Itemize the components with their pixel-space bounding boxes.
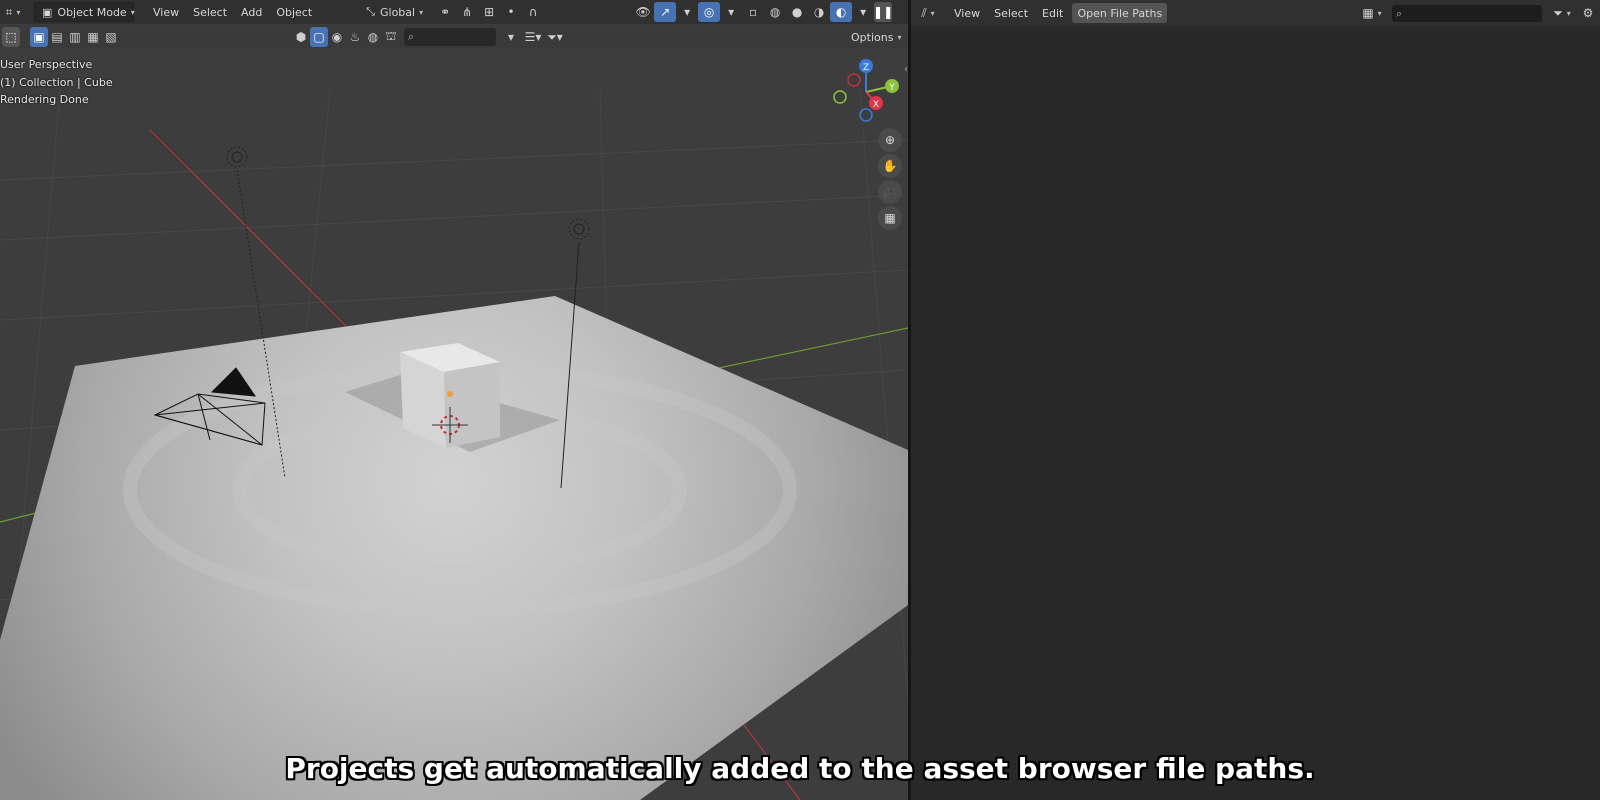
gizmo-x-label: X (873, 100, 879, 110)
pivot-icon[interactable]: ⚭ (434, 2, 456, 22)
video-caption: Projects get automatically added to the … (285, 752, 1315, 785)
object-mode-icon: ▣ (42, 5, 53, 19)
select-intersect-icon[interactable]: ▧ (102, 27, 120, 47)
xray-icon[interactable]: ▫ (742, 2, 764, 22)
shading-dropdown-icon[interactable]: ▾ (852, 2, 874, 22)
select-invert-icon[interactable]: ▦ (84, 27, 102, 47)
gizmo-z-label: Z (863, 63, 869, 73)
zoom-icon[interactable]: ⊕ (878, 128, 902, 152)
pause-icon[interactable]: ❚❚ (873, 2, 893, 22)
y-axis-line (699, 327, 908, 373)
visibility-icon[interactable]: 👁 (632, 2, 654, 22)
list-icon[interactable]: ☰▾ (522, 27, 544, 47)
wireframe-icon[interactable]: ◍ (764, 2, 786, 22)
perspective-label: User Perspective (0, 58, 93, 71)
fb-menu-select[interactable]: Select (987, 3, 1035, 23)
options-label: Options (851, 30, 894, 44)
filter-icon[interactable]: ⏷▾ (544, 27, 566, 47)
overlay-dropdown-icon[interactable]: ▾ (720, 2, 742, 22)
rendered-icon[interactable]: ◐ (830, 2, 853, 22)
editor-type-icon[interactable]: ⫽ ▾ (917, 3, 939, 23)
snap-icon[interactable]: ⋔ (456, 2, 478, 22)
search-dropdown-icon[interactable]: ▾ (500, 27, 522, 47)
overlay-icon[interactable]: ◎ (698, 2, 721, 22)
pan-icon[interactable]: ✋ (878, 154, 902, 178)
menu-select[interactable]: Select (186, 2, 234, 22)
gear-icon[interactable]: ⚙ (1577, 3, 1599, 23)
fb-menu-edit[interactable]: Edit (1035, 3, 1070, 23)
render-status-label: Rendering Done (0, 93, 89, 106)
solid-icon[interactable]: ● (786, 2, 808, 22)
grid-view-icon[interactable]: ▦ (878, 206, 902, 230)
tool-header: ⬚ ▣ ▤ ▥ ▦ ▧ ⬢ ▢ ◉ ♨ ◍ ⛫ ⌕ ▾ ☰▾ ⏷▾ Option… (0, 25, 908, 49)
orientation-label: Global (379, 5, 416, 19)
chevron-down-icon: ▾ (897, 32, 902, 42)
snap-target-icon[interactable]: ⊞ (478, 2, 500, 22)
editor-type-icon[interactable]: ⌗ ▾ (2, 2, 24, 22)
material-icon[interactable]: ◑ (808, 2, 830, 22)
falloff-icon[interactable]: ∩ (522, 2, 544, 22)
viewport-search-input[interactable]: ⌕ (404, 28, 496, 46)
file-browser-panel[interactable]: ⫽ ▾ View Select Edit Open File Paths ▦ ▾ ⌕… (911, 0, 1600, 800)
menu-add[interactable]: Add (234, 2, 269, 22)
select-tool-icon[interactable]: ⬚ (2, 27, 20, 47)
viewport-header: ⌗ ▾ ▣ Object Mode ▾ View Select Add Objec… (0, 0, 908, 24)
options-dropdown[interactable]: Options ▾ (844, 27, 908, 47)
scene-icon[interactable]: ⛫ (382, 27, 400, 47)
transform-orientation-dropdown[interactable]: ⤡ Global ▾ (359, 2, 430, 22)
mode-label: Object Mode (57, 5, 127, 19)
particles-icon[interactable]: ♨ (346, 27, 364, 47)
sphere-icon[interactable]: ◉ (328, 27, 346, 47)
collection-label: (1) Collection | Cube (0, 76, 113, 89)
display-mode-icon[interactable]: ▦ ▾ (1361, 3, 1383, 23)
viewport-scene[interactable] (0, 0, 908, 800)
gizmo-dropdown-icon[interactable]: ▾ (676, 2, 698, 22)
viewport-object-icon[interactable]: ⬢ (292, 27, 310, 47)
proportional-icon[interactable]: • (500, 2, 522, 22)
3d-viewport[interactable]: ⌗ ▾ ▣ Object Mode ▾ View Select Add Objec… (0, 0, 908, 800)
select-subtract-icon[interactable]: ▥ (66, 27, 84, 47)
search-icon: ⌕ (1396, 6, 1403, 20)
world-icon[interactable]: ◍ (364, 27, 382, 47)
open-file-paths-button[interactable]: Open File Paths (1072, 3, 1168, 23)
gizmo-icon[interactable]: ↗ (654, 2, 677, 22)
x-axis-line (149, 129, 351, 331)
orientation-icon: ⤡ (366, 5, 375, 18)
menu-object[interactable]: Object (269, 2, 319, 22)
search-icon: ⌕ (408, 30, 415, 43)
file-browser-search-input[interactable]: ⌕ (1392, 5, 1542, 22)
gizmo-y-label: Y (888, 83, 895, 93)
select-extend-icon[interactable]: ▤ (48, 27, 66, 47)
menu-view[interactable]: View (146, 2, 186, 22)
fb-menu-view[interactable]: View (947, 3, 987, 23)
chevron-down-icon: ▾ (130, 7, 135, 17)
chevron-down-icon: ▾ (419, 7, 424, 17)
filter-icon[interactable]: ⏷▾ (1551, 3, 1573, 23)
navigation-gizmo[interactable]: Z Y X (826, 56, 902, 128)
camera-view-icon[interactable]: 🎥 (878, 180, 902, 204)
mode-dropdown[interactable]: ▣ Object Mode ▾ (34, 2, 135, 22)
file-browser-header: ⫽ ▾ View Select Edit Open File Paths ▦ ▾ ⌕… (911, 0, 1600, 26)
object-types-icon[interactable]: ▢ (310, 27, 328, 47)
select-new-icon[interactable]: ▣ (30, 27, 48, 47)
